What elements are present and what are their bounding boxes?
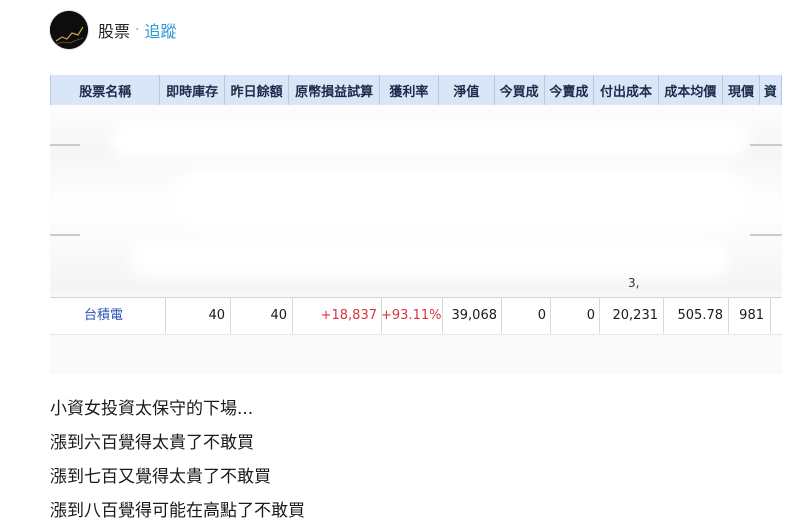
price-value: 981 (739, 308, 764, 323)
col-header-pnl: 原幣損益試算 (288, 75, 380, 105)
blur-patch (110, 120, 750, 160)
col-header-today-sell: 今賣成 (543, 75, 595, 105)
board-avatar[interactable] (50, 11, 88, 49)
today-sell-value: 0 (586, 308, 595, 323)
prev-balance-value: 40 (270, 308, 287, 323)
col-header-today-buy: 今買成 (493, 75, 545, 105)
return-rate-value: +93.11% (381, 308, 442, 323)
follow-button[interactable]: 追蹤 (144, 18, 176, 42)
post-line: 漲到八百覺得可能在高點了不敢買 (50, 501, 305, 521)
col-header-inventory: 即時庫存 (159, 75, 225, 105)
blur-patch (130, 238, 730, 278)
col-header-prev-balance: 昨日餘額 (223, 75, 290, 105)
cost-value: 20,231 (612, 308, 659, 323)
blur-patch (170, 168, 750, 228)
partial-value: 3, (628, 276, 640, 290)
post-line: 小資女投資太保守的下場... (50, 399, 254, 419)
attached-screenshot[interactable]: 股票名稱 即時庫存 昨日餘額 原幣損益試算 獲利率 淨值 今買成 今賣成 付出成… (50, 68, 782, 374)
col-header-stock-name: 股票名稱 (50, 75, 161, 105)
blurred-rows-bottom (50, 334, 782, 374)
page-margin (782, 68, 800, 374)
post-line: 漲到七百又覺得太貴了不敢買 (50, 467, 271, 487)
col-header-price: 現價 (722, 75, 760, 105)
col-header-cost: 付出成本 (593, 75, 659, 105)
row-divider-fragment (50, 144, 80, 146)
col-header-cut-off: 資 (758, 75, 782, 105)
board-name[interactable]: 股票 (98, 18, 130, 42)
post-body: 小資女投資太保守的下場... 漲到六百覺得太貴了不敢買 漲到七百又覺得太貴了不敢… (50, 392, 305, 528)
stock-name-link[interactable]: 台積電 (84, 298, 154, 334)
col-header-avg-cost: 成本均價 (657, 75, 724, 105)
post-header: 股票 · 追蹤 (50, 10, 176, 50)
holdings-table: 股票名稱 即時庫存 昨日餘額 原幣損益試算 獲利率 淨值 今買成 今賣成 付出成… (50, 75, 782, 105)
table-header-row: 股票名稱 即時庫存 昨日餘額 原幣損益試算 獲利率 淨值 今買成 今賣成 付出成… (50, 75, 782, 105)
net-value: 39,068 (451, 308, 498, 323)
avg-cost-value: 505.78 (677, 308, 724, 323)
col-header-return-rate: 獲利率 (378, 75, 440, 105)
chart-thumbnail-icon (50, 11, 88, 49)
table-row[interactable]: 台積電 40 40 +18,837 +93.11% 39,068 0 0 20,… (50, 297, 782, 335)
row-divider-fragment (750, 144, 782, 146)
post-line: 漲到六百覺得太貴了不敢買 (50, 433, 254, 453)
today-buy-value: 0 (537, 308, 546, 323)
row-divider-fragment (50, 234, 80, 236)
separator-dot: · (135, 22, 140, 38)
column-divider (770, 298, 771, 334)
inventory-value: 40 (208, 308, 225, 323)
pnl-value: +18,837 (320, 308, 377, 323)
row-divider-fragment (750, 234, 782, 236)
col-header-net-value: 淨值 (438, 75, 495, 105)
